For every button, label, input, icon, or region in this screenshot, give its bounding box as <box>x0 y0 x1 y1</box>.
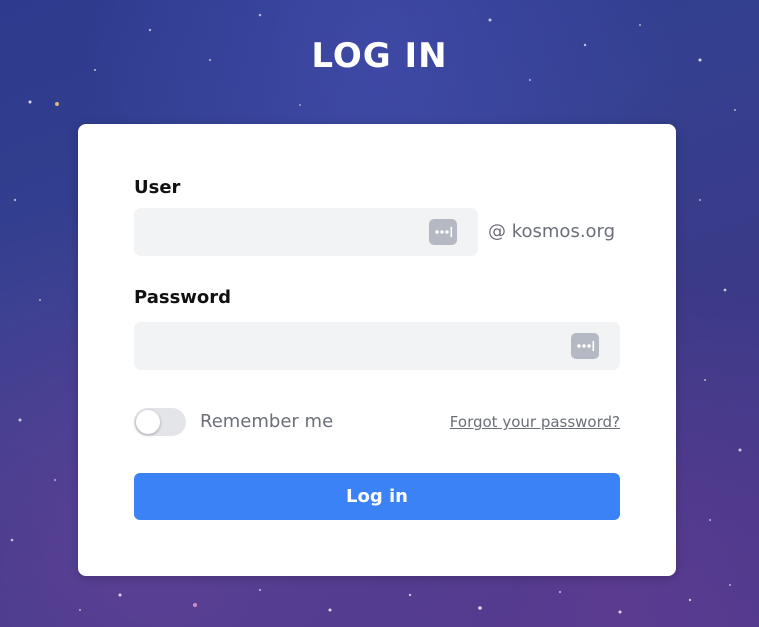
domain-suffix: @ kosmos.org <box>488 221 616 242</box>
password-manager-key-icon[interactable] <box>571 333 599 359</box>
login-card: User @ kosmos.org Password Remember me F… <box>78 124 676 576</box>
user-label: User <box>134 177 181 198</box>
password-manager-key-icon[interactable] <box>429 219 457 245</box>
forgot-password-link[interactable]: Forgot your password? <box>450 413 620 431</box>
remember-me-toggle[interactable] <box>134 408 186 436</box>
user-field[interactable] <box>134 208 478 258</box>
login-button[interactable]: Log in <box>134 473 620 520</box>
password-label: Password <box>134 287 232 308</box>
toggle-knob <box>136 410 160 434</box>
password-input[interactable] <box>146 322 560 372</box>
page-title: LOG IN <box>311 36 448 76</box>
password-field[interactable] <box>134 322 620 372</box>
user-input[interactable] <box>146 208 420 258</box>
remember-me-label: Remember me <box>200 411 334 432</box>
